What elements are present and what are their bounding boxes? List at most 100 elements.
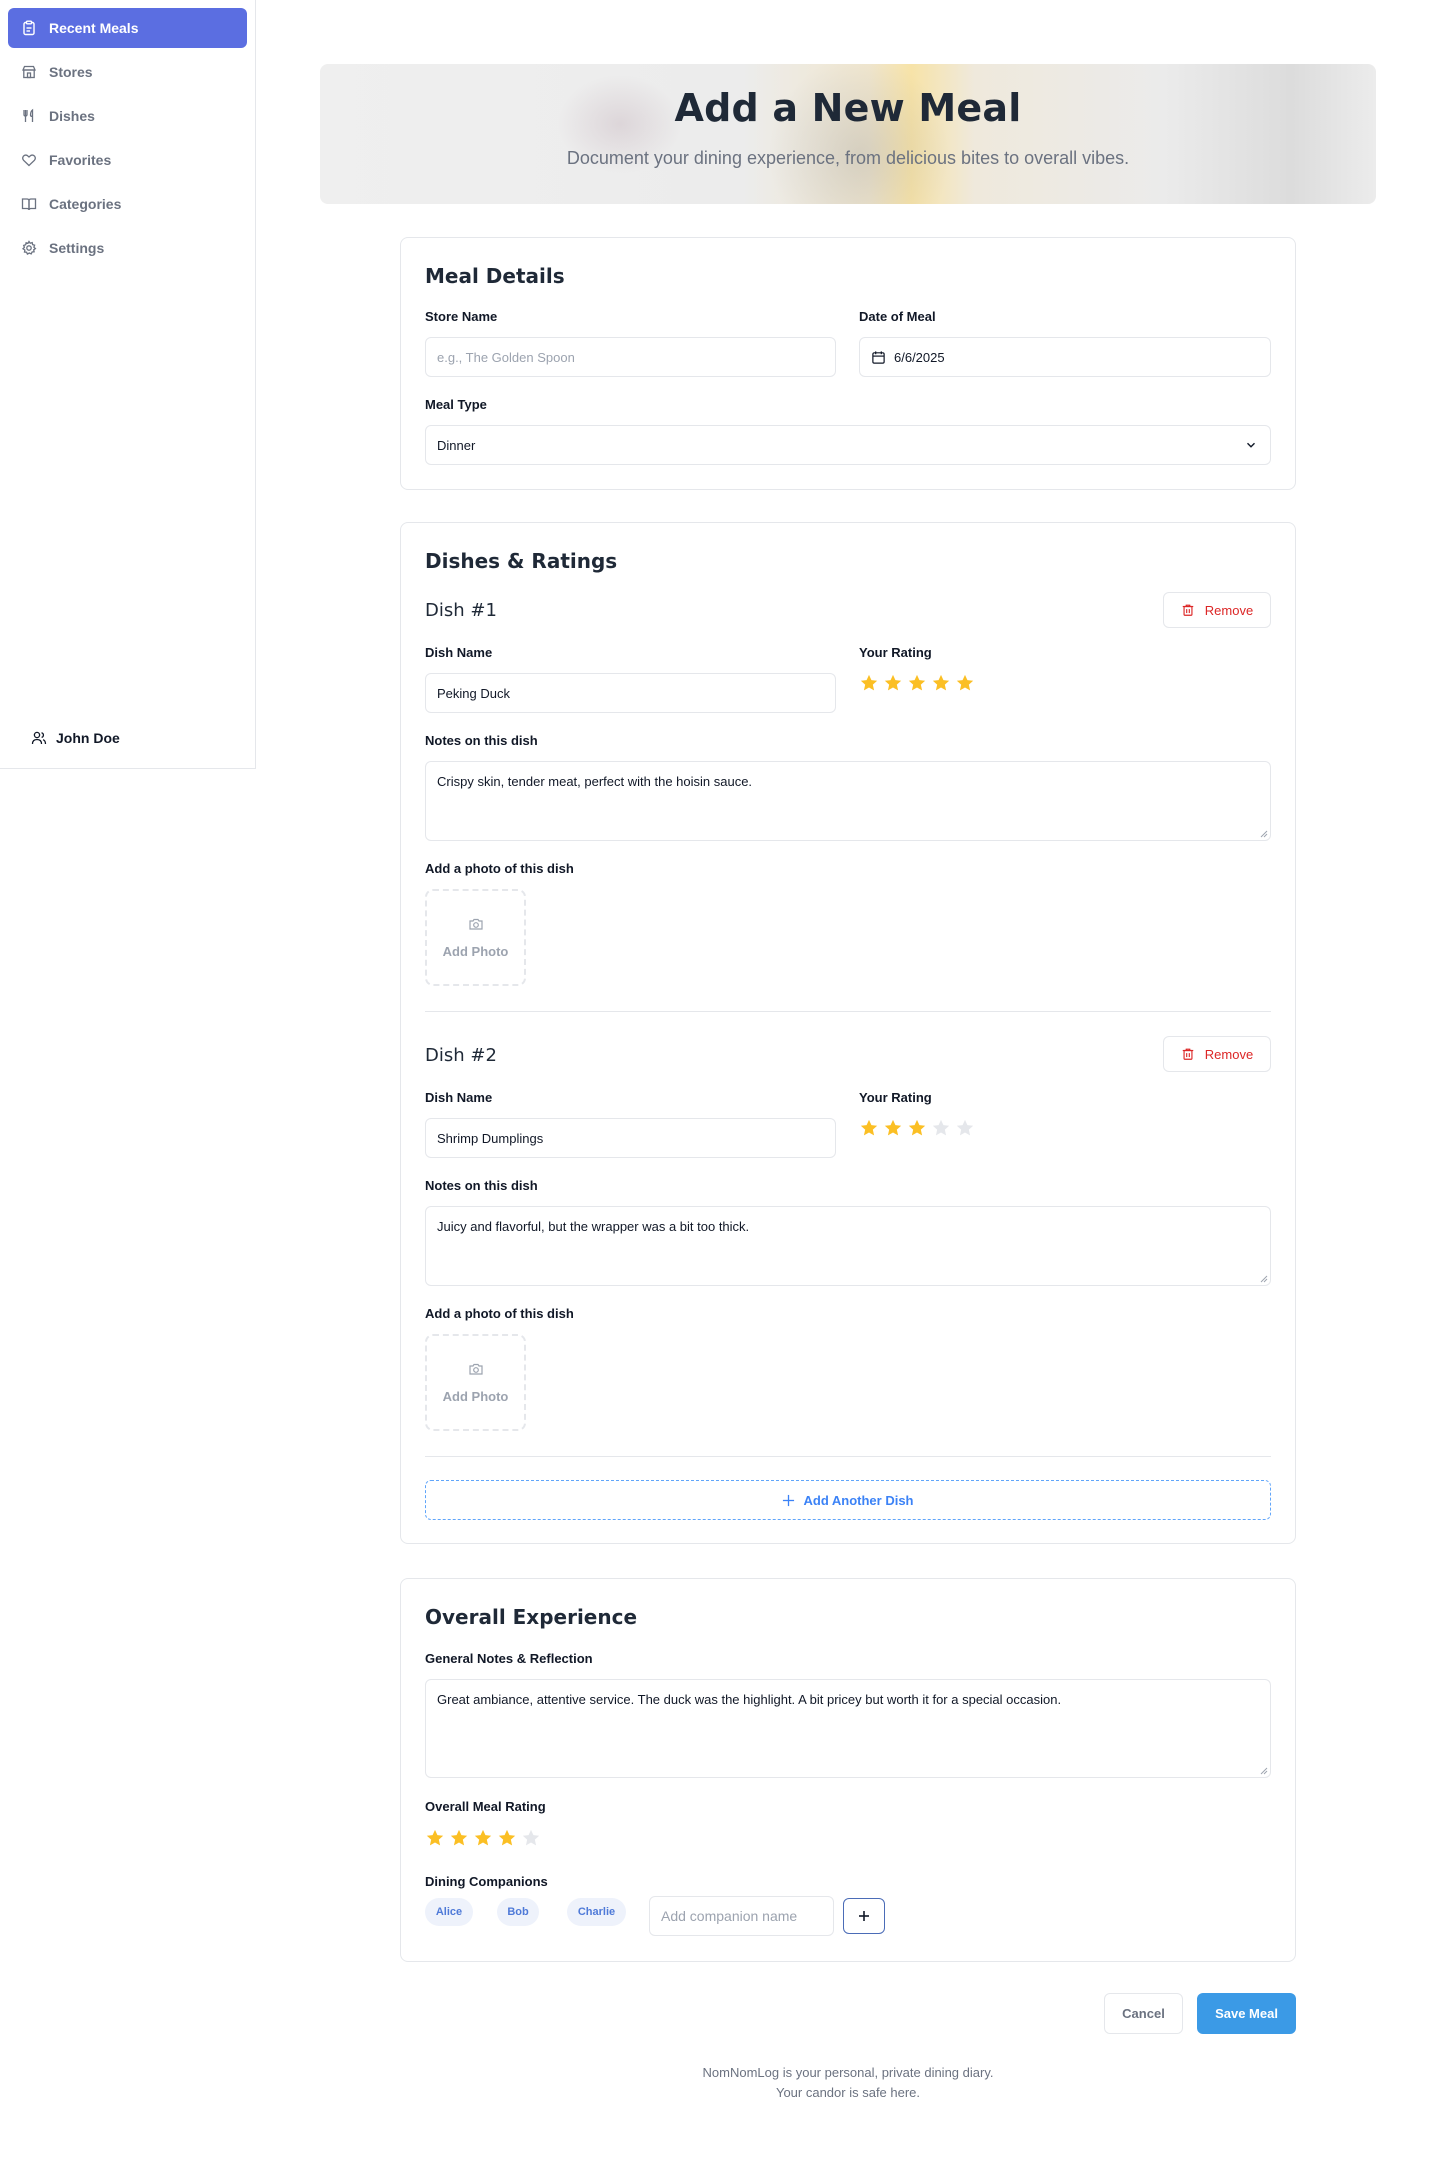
star-filled-icon[interactable]: [907, 673, 927, 693]
remove-dish-button[interactable]: Remove: [1163, 592, 1271, 628]
star-filled-icon[interactable]: [473, 1828, 493, 1848]
sidebar-item-recent-meals[interactable]: Recent Meals: [8, 8, 247, 48]
star-filled-icon[interactable]: [425, 1828, 445, 1848]
users-icon: [31, 731, 47, 745]
section-title: Dishes & Ratings: [425, 549, 618, 573]
dishes-card: Dishes & Ratings Dish #1 Remove Dish Nam…: [400, 522, 1296, 1544]
remove-dish-button[interactable]: Remove: [1163, 1036, 1271, 1072]
star-filled-icon[interactable]: [883, 673, 903, 693]
star-filled-icon[interactable]: [449, 1828, 469, 1848]
star-filled-icon[interactable]: [907, 1118, 927, 1138]
add-photo-label: Add Photo: [442, 1389, 509, 1404]
dish-notes-textarea[interactable]: Crispy skin, tender meat, perfect with t…: [425, 761, 1271, 841]
meal-type-value: Dinner: [437, 437, 476, 453]
trash-icon: [1182, 604, 1194, 616]
dish-rating-stars: [859, 673, 975, 693]
star-filled-icon[interactable]: [859, 673, 879, 693]
star-filled-icon[interactable]: [883, 1118, 903, 1138]
add-photo-button[interactable]: Add Photo: [425, 1334, 526, 1431]
dish-name-input[interactable]: Peking Duck: [425, 673, 836, 713]
clipboard-icon: [21, 20, 37, 36]
overall-experience-card: Overall Experience General Notes & Refle…: [400, 1578, 1296, 1962]
store-name-label: Store Name: [425, 309, 498, 324]
dish-rating-stars: [859, 1118, 975, 1138]
dish-name-label: Dish Name: [425, 1090, 493, 1105]
sidebar-item-label: Recent Meals: [49, 20, 139, 36]
plus-icon: [859, 1911, 869, 1921]
hero-banner: Add a New Meal Document your dining expe…: [320, 64, 1376, 204]
dish-notes-label: Notes on this dish: [425, 733, 538, 748]
meal-details-card: Meal Details Store Name e.g., The Golden…: [400, 237, 1296, 490]
sidebar-item-favorites[interactable]: Favorites: [8, 140, 247, 180]
overall-rating-label: Overall Meal Rating: [425, 1799, 546, 1814]
sidebar-item-label: Favorites: [49, 152, 112, 168]
star-empty-icon[interactable]: [955, 1118, 975, 1138]
user-menu[interactable]: John Doe: [31, 730, 120, 746]
companion-name-input[interactable]: Add companion name: [649, 1896, 834, 1936]
dish-name-label: Dish Name: [425, 645, 493, 660]
star-empty-icon[interactable]: [521, 1828, 541, 1848]
save-meal-button[interactable]: Save Meal: [1197, 1993, 1296, 2034]
overall-rating-stars: [425, 1828, 541, 1848]
remove-label: Remove: [1204, 602, 1254, 618]
page-title: Add a New Meal: [674, 86, 1022, 130]
footer-line-2: Your candor is safe here.: [775, 2085, 921, 2100]
utensils-icon: [21, 108, 37, 124]
page-subtitle: Document your dining experience, from de…: [566, 148, 1130, 168]
camera-icon: [468, 918, 483, 930]
sidebar-item-label: Dishes: [49, 108, 95, 124]
meal-type-select[interactable]: Dinner: [425, 425, 1271, 465]
resize-grip-icon[interactable]: [1260, 830, 1268, 838]
trash-icon: [1182, 1048, 1194, 1060]
sidebar-item-settings[interactable]: Settings: [8, 228, 247, 268]
star-empty-icon[interactable]: [931, 1118, 951, 1138]
companion-chip[interactable]: Bob: [497, 1898, 539, 1926]
dish-rating-label: Your Rating: [859, 645, 932, 660]
dish-title: Dish #2: [425, 1045, 497, 1066]
section-title: Meal Details: [425, 264, 565, 288]
sidebar-item-label: Categories: [49, 196, 122, 212]
sidebar-item-stores[interactable]: Stores: [8, 52, 247, 92]
star-filled-icon[interactable]: [931, 673, 951, 693]
cancel-button[interactable]: Cancel: [1104, 1993, 1183, 2034]
general-notes-textarea[interactable]: Great ambiance, attentive service. The d…: [425, 1679, 1271, 1778]
dish-photo-label: Add a photo of this dish: [425, 861, 574, 876]
dish-name-input[interactable]: Shrimp Dumplings: [425, 1118, 836, 1158]
companion-chip[interactable]: Alice: [425, 1898, 473, 1926]
general-notes-value: Great ambiance, attentive service. The d…: [437, 1692, 1062, 1707]
sidebar-item-dishes[interactable]: Dishes: [8, 96, 247, 136]
section-title: Overall Experience: [425, 1605, 638, 1629]
date-label: Date of Meal: [859, 309, 936, 324]
add-photo-button[interactable]: Add Photo: [425, 889, 526, 986]
dish-divider: [425, 1011, 1271, 1012]
star-filled-icon[interactable]: [859, 1118, 879, 1138]
dish-photo-label: Add a photo of this dish: [425, 1306, 574, 1321]
companion-chip[interactable]: Charlie: [567, 1898, 626, 1926]
user-name: John Doe: [56, 730, 120, 746]
gear-icon: [21, 240, 37, 256]
date-value: 6/6/2025: [894, 349, 945, 365]
chevron-down-icon: [1247, 442, 1255, 448]
dish-notes-value: Juicy and flavorful, but the wrapper was…: [437, 1219, 750, 1234]
heart-icon: [21, 152, 37, 168]
dish-rating-label: Your Rating: [859, 1090, 932, 1105]
star-filled-icon[interactable]: [955, 673, 975, 693]
dish-notes-value: Crispy skin, tender meat, perfect with t…: [437, 774, 753, 789]
sidebar-item-categories[interactable]: Categories: [8, 184, 247, 224]
dish-notes-textarea[interactable]: Juicy and flavorful, but the wrapper was…: [425, 1206, 1271, 1286]
resize-grip-icon[interactable]: [1260, 1767, 1268, 1775]
footer-line-1: NomNomLog is your personal, private dini…: [702, 2065, 994, 2080]
resize-grip-icon[interactable]: [1260, 1275, 1268, 1283]
book-icon: [21, 196, 37, 212]
star-filled-icon[interactable]: [497, 1828, 517, 1848]
store-name-input[interactable]: e.g., The Golden Spoon: [425, 337, 836, 377]
companions-label: Dining Companions: [425, 1874, 548, 1889]
add-photo-label: Add Photo: [442, 944, 509, 959]
store-icon: [21, 64, 37, 80]
add-another-dish-button[interactable]: Add Another Dish: [425, 1480, 1271, 1520]
add-companion-button[interactable]: [843, 1898, 885, 1934]
general-notes-label: General Notes & Reflection: [425, 1651, 593, 1666]
meal-type-label: Meal Type: [425, 397, 487, 412]
date-input[interactable]: 6/6/2025: [859, 337, 1271, 377]
sidebar-item-label: Stores: [49, 64, 93, 80]
